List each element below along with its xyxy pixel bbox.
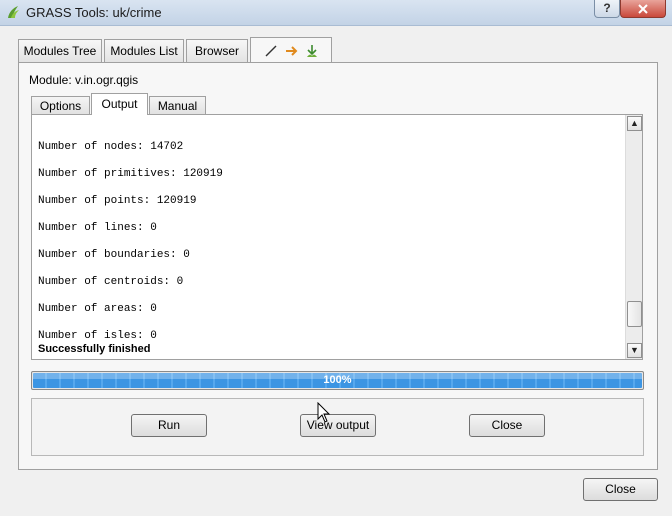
run-button[interactable]: Run <box>131 414 207 437</box>
output-log: Number of nodes: 14702 Number of primiti… <box>38 137 223 353</box>
mouse-cursor-icon <box>317 402 331 423</box>
close-dialog-button[interactable]: Close <box>583 478 658 501</box>
status-message: Successfully finished <box>38 343 151 355</box>
output-line: Number of lines: 0 <box>38 222 157 234</box>
output-line: Number of primitives: 120919 <box>38 168 223 180</box>
help-button[interactable]: ? <box>594 0 620 18</box>
view-output-button[interactable]: View output <box>300 414 376 437</box>
tab-output[interactable]: Output <box>91 93 148 115</box>
output-text-area[interactable]: Number of nodes: 14702 Number of primiti… <box>31 114 643 360</box>
window-title: GRASS Tools: uk/crime <box>26 5 162 20</box>
tab-module-active[interactable] <box>250 37 332 62</box>
title-bar: GRASS Tools: uk/crime ? <box>0 0 672 26</box>
output-line: Number of points: 120919 <box>38 195 197 207</box>
output-line: Number of nodes: 14702 <box>38 141 184 153</box>
scroll-down-arrow-icon[interactable]: ▼ <box>627 343 642 358</box>
tab-modules-list[interactable]: Modules List <box>104 39 184 62</box>
output-line: Number of areas: 0 <box>38 303 157 315</box>
tab-manual[interactable]: Manual <box>149 96 206 115</box>
tab-browser[interactable]: Browser <box>186 39 248 62</box>
window-close-button[interactable] <box>620 0 666 18</box>
output-line: Number of centroids: 0 <box>38 276 184 288</box>
grass-leaf-icon <box>8 6 19 18</box>
output-scrollbar[interactable]: ▲ ▼ <box>625 115 642 359</box>
arrow-right-icon <box>286 45 298 56</box>
output-line: Number of boundaries: 0 <box>38 249 190 261</box>
scrollbar-thumb[interactable] <box>627 301 642 327</box>
action-button-group: Run View output Close <box>31 398 644 456</box>
progress-bar: 100% <box>31 371 644 390</box>
module-name-label: Module: v.in.ogr.qgis <box>29 73 139 87</box>
scroll-up-arrow-icon[interactable]: ▲ <box>627 116 642 131</box>
progress-label: 100% <box>323 374 352 386</box>
tab-modules-tree[interactable]: Modules Tree <box>18 39 102 62</box>
grass-import-icon <box>307 44 317 57</box>
close-icon <box>638 4 648 14</box>
close-module-button[interactable]: Close <box>469 414 545 437</box>
tab-options[interactable]: Options <box>31 96 90 115</box>
pencil-icon <box>265 45 277 56</box>
